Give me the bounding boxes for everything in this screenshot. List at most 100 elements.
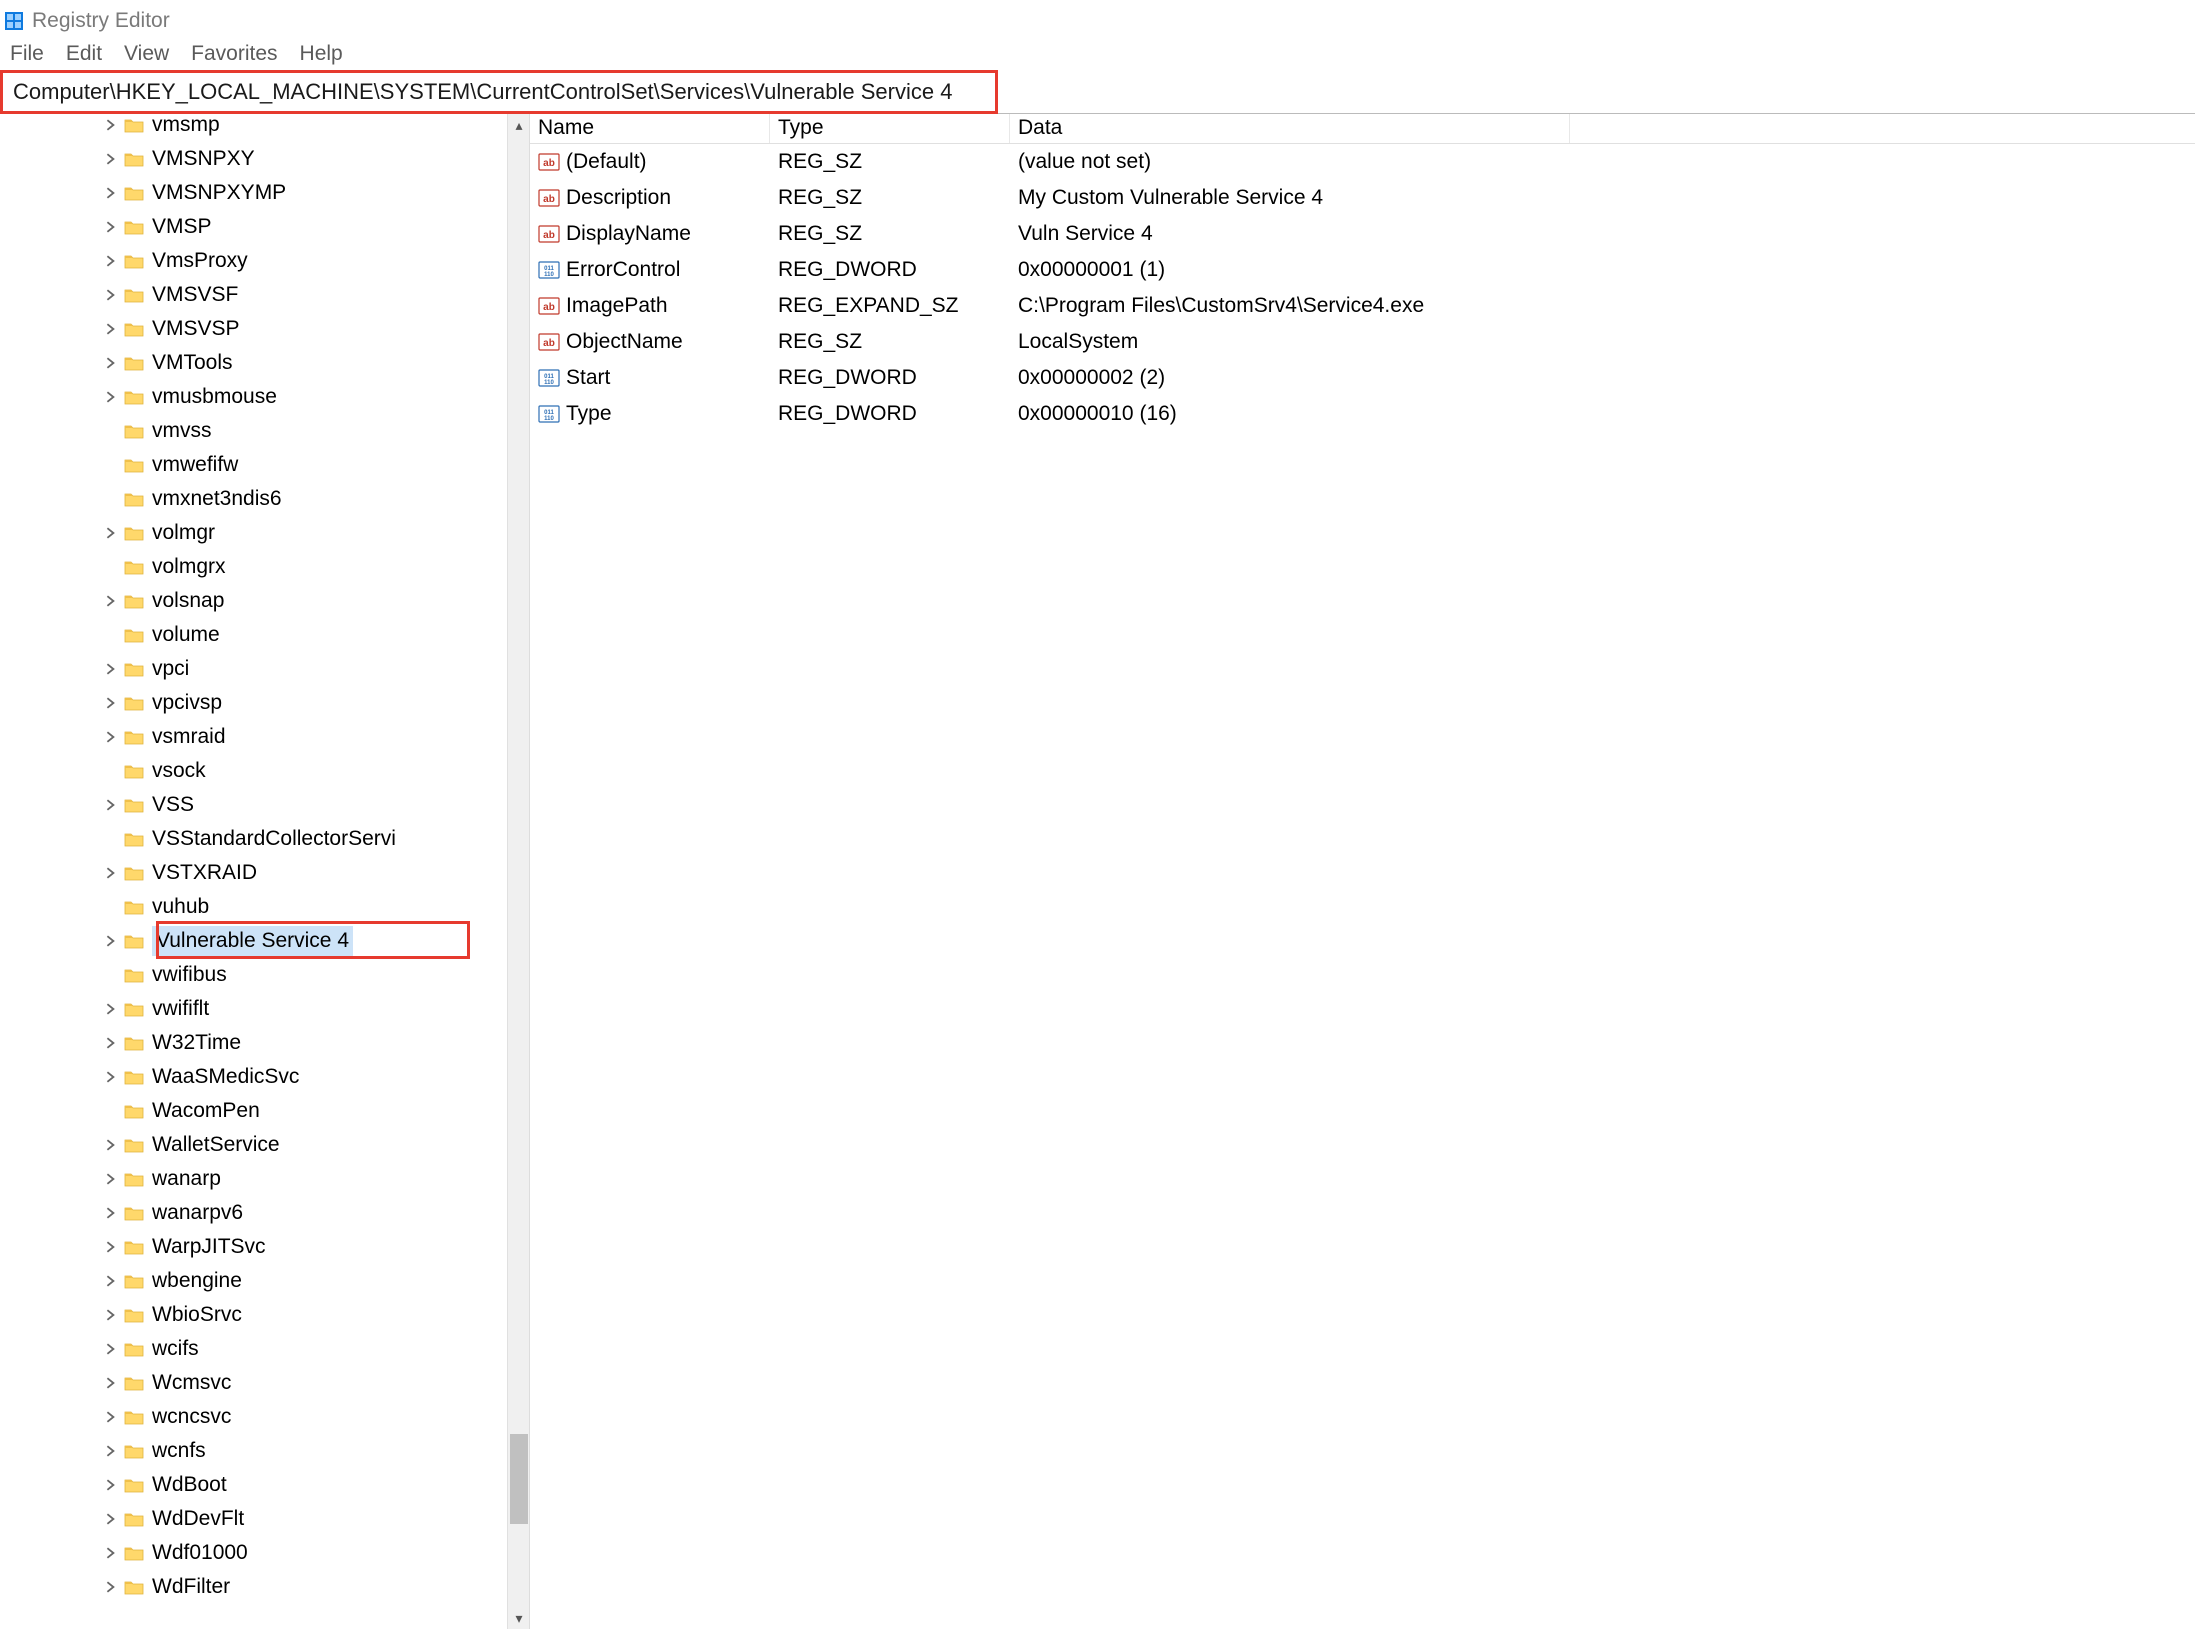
tree-item[interactable]: vsmraid (0, 720, 507, 754)
tree-item[interactable]: VmsProxy (0, 244, 507, 278)
expand-chevron-icon[interactable] (100, 114, 122, 136)
menu-edit[interactable]: Edit (62, 40, 106, 68)
menu-view[interactable]: View (120, 40, 173, 68)
menu-file[interactable]: File (6, 40, 48, 68)
expand-chevron-icon[interactable] (100, 1406, 122, 1428)
value-row[interactable]: DescriptionREG_SZMy Custom Vulnerable Se… (530, 180, 2195, 216)
scroll-up-arrow[interactable]: ▴ (508, 114, 530, 136)
expand-chevron-icon[interactable] (100, 1134, 122, 1156)
scroll-thumb[interactable] (510, 1434, 528, 1524)
tree-item[interactable]: WdBoot (0, 1468, 507, 1502)
value-row[interactable]: ObjectNameREG_SZLocalSystem (530, 324, 2195, 360)
tree-item[interactable]: VMSVSP (0, 312, 507, 346)
tree-item[interactable]: VMSVSF (0, 278, 507, 312)
tree-item[interactable]: VMTools (0, 346, 507, 380)
tree-item[interactable]: Wdf01000 (0, 1536, 507, 1570)
expand-chevron-icon[interactable] (100, 930, 122, 952)
expand-chevron-icon[interactable] (100, 998, 122, 1020)
tree-list[interactable]: vmsmpVMSNPXYVMSNPXYMPVMSPVmsProxyVMSVSFV… (0, 114, 507, 1604)
expand-chevron-icon[interactable] (100, 250, 122, 272)
expand-chevron-icon[interactable] (100, 386, 122, 408)
tree-item[interactable]: vmvss (0, 414, 507, 448)
expand-chevron-icon[interactable] (100, 1304, 122, 1326)
expand-chevron-icon[interactable] (100, 284, 122, 306)
expand-chevron-icon[interactable] (100, 352, 122, 374)
expand-chevron-icon[interactable] (100, 522, 122, 544)
tree-item[interactable]: volmgrx (0, 550, 507, 584)
tree-item[interactable]: vwififlt (0, 992, 507, 1026)
tree-item[interactable]: Wcmsvc (0, 1366, 507, 1400)
tree-item[interactable]: wanarpv6 (0, 1196, 507, 1230)
expand-chevron-icon[interactable] (100, 1372, 122, 1394)
expand-chevron-icon[interactable] (100, 794, 122, 816)
tree-item[interactable]: VMSNPXY (0, 142, 507, 176)
tree-item[interactable]: VMSP (0, 210, 507, 244)
col-header-type[interactable]: Type (770, 114, 1010, 143)
tree-item[interactable]: WdDevFlt (0, 1502, 507, 1536)
address-bar[interactable] (11, 78, 987, 106)
scroll-down-arrow[interactable]: ▾ (508, 1607, 530, 1629)
col-header-data[interactable]: Data (1010, 114, 1570, 143)
expand-chevron-icon[interactable] (100, 1270, 122, 1292)
col-header-name[interactable]: Name (530, 114, 770, 143)
tree-item[interactable]: WaaSMedicSvc (0, 1060, 507, 1094)
menu-help[interactable]: Help (296, 40, 347, 68)
expand-chevron-icon[interactable] (100, 148, 122, 170)
tree-item[interactable]: WdFilter (0, 1570, 507, 1604)
expand-chevron-icon[interactable] (100, 1576, 122, 1598)
tree-item[interactable]: wcncsvc (0, 1400, 507, 1434)
expand-chevron-icon[interactable] (100, 658, 122, 680)
value-row[interactable]: (Default)REG_SZ(value not set) (530, 144, 2195, 180)
value-row[interactable]: ImagePathREG_EXPAND_SZC:\Program Files\C… (530, 288, 2195, 324)
tree-item[interactable]: WbioSrvc (0, 1298, 507, 1332)
expand-chevron-icon[interactable] (100, 726, 122, 748)
tree-item[interactable]: VSStandardCollectorServi (0, 822, 507, 856)
tree-item[interactable]: wcnfs (0, 1434, 507, 1468)
tree-item[interactable]: WacomPen (0, 1094, 507, 1128)
expand-chevron-icon[interactable] (100, 318, 122, 340)
tree-item[interactable]: volmgr (0, 516, 507, 550)
expand-chevron-icon[interactable] (100, 1474, 122, 1496)
tree-item[interactable]: volume (0, 618, 507, 652)
tree-item[interactable]: WarpJITSvc (0, 1230, 507, 1264)
tree-item[interactable]: VSS (0, 788, 507, 822)
expand-chevron-icon[interactable] (100, 1032, 122, 1054)
expand-chevron-icon[interactable] (100, 590, 122, 612)
value-row[interactable]: DisplayNameREG_SZVuln Service 4 (530, 216, 2195, 252)
expand-chevron-icon[interactable] (100, 1542, 122, 1564)
expand-chevron-icon[interactable] (100, 1202, 122, 1224)
tree-item[interactable]: VMSNPXYMP (0, 176, 507, 210)
expand-chevron-icon[interactable] (100, 182, 122, 204)
tree-item[interactable]: vpci (0, 652, 507, 686)
tree-item[interactable]: W32Time (0, 1026, 507, 1060)
expand-chevron-icon[interactable] (100, 216, 122, 238)
expand-chevron-icon[interactable] (100, 1338, 122, 1360)
tree-item[interactable]: vwifibus (0, 958, 507, 992)
expand-chevron-icon[interactable] (100, 1236, 122, 1258)
tree-item[interactable]: vsock (0, 754, 507, 788)
tree-item[interactable]: Vulnerable Service 4 (0, 924, 507, 958)
menu-favorites[interactable]: Favorites (187, 40, 281, 68)
value-row[interactable]: StartREG_DWORD0x00000002 (2) (530, 360, 2195, 396)
tree-item[interactable]: vmusbmouse (0, 380, 507, 414)
tree-item[interactable]: volsnap (0, 584, 507, 618)
tree-item[interactable]: VSTXRAID (0, 856, 507, 890)
tree-item[interactable]: vuhub (0, 890, 507, 924)
expand-chevron-icon[interactable] (100, 1066, 122, 1088)
tree-item[interactable]: wanarp (0, 1162, 507, 1196)
expand-chevron-icon[interactable] (100, 692, 122, 714)
expand-chevron-icon[interactable] (100, 1440, 122, 1462)
expand-chevron-icon[interactable] (100, 1508, 122, 1530)
tree-item[interactable]: vmxnet3ndis6 (0, 482, 507, 516)
expand-chevron-icon[interactable] (100, 1168, 122, 1190)
value-row[interactable]: TypeREG_DWORD0x00000010 (16) (530, 396, 2195, 432)
tree-scrollbar[interactable]: ▴ ▾ (507, 114, 529, 1629)
tree-item[interactable]: vmwefifw (0, 448, 507, 482)
tree-item[interactable]: vpcivsp (0, 686, 507, 720)
tree-item[interactable]: wcifs (0, 1332, 507, 1366)
tree-item[interactable]: WalletService (0, 1128, 507, 1162)
tree-item[interactable]: wbengine (0, 1264, 507, 1298)
value-row[interactable]: ErrorControlREG_DWORD0x00000001 (1) (530, 252, 2195, 288)
expand-chevron-icon[interactable] (100, 862, 122, 884)
tree-item[interactable]: vmsmp (0, 114, 507, 142)
